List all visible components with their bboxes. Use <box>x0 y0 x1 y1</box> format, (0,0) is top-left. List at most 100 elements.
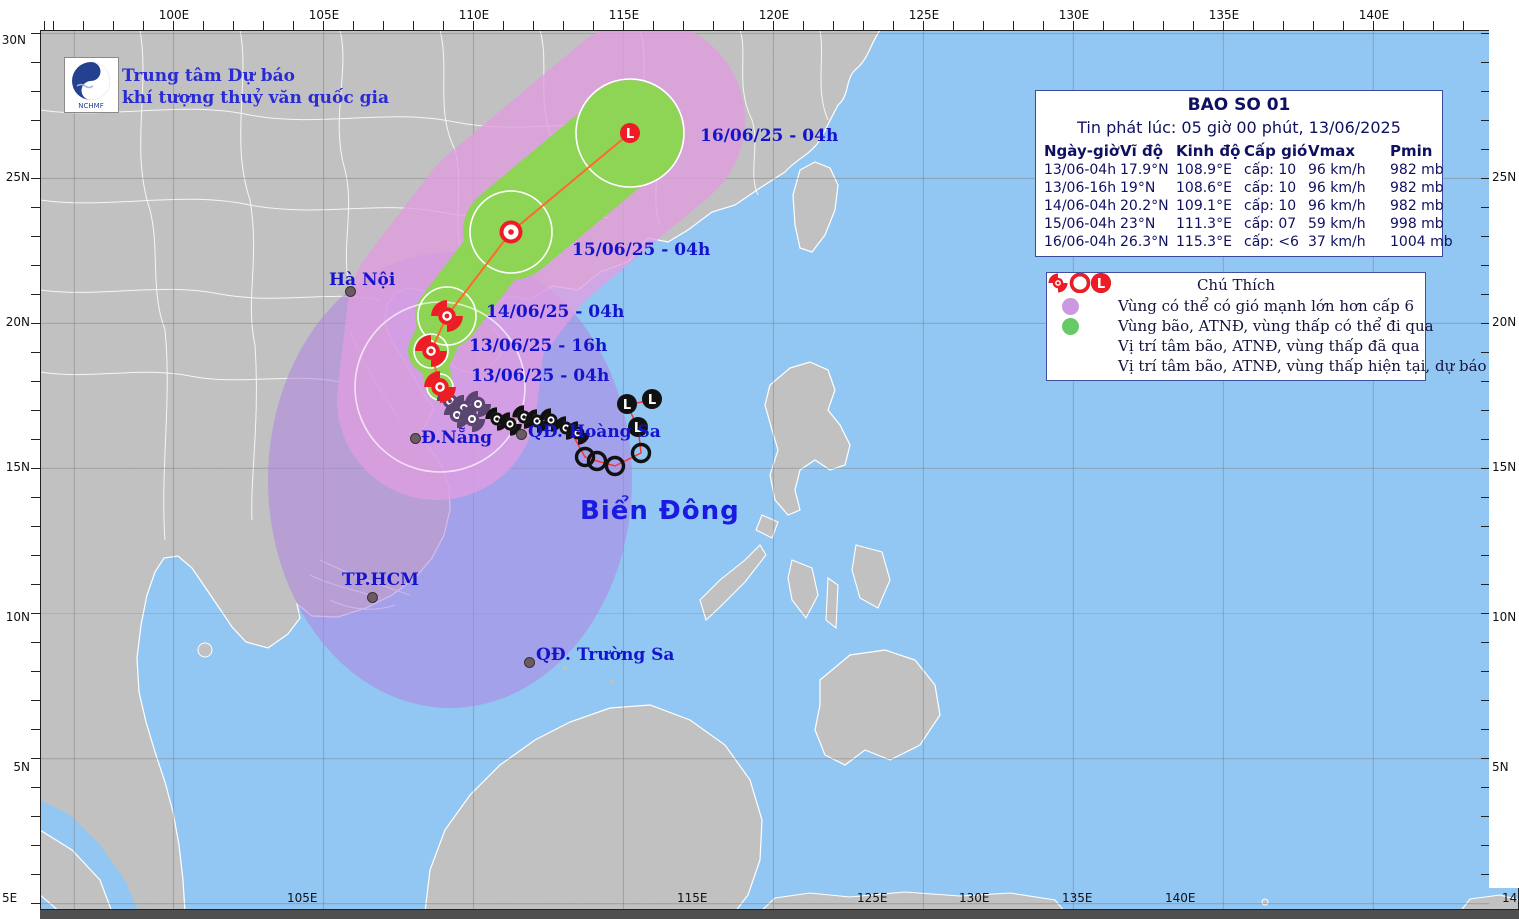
storm-title: BAO SO 01 <box>1036 91 1442 115</box>
bottom-axis-label: 135E <box>1062 891 1093 905</box>
track-date-label: 13/06/25 - 16h <box>469 336 607 356</box>
cell: 109.1°E <box>1176 197 1244 215</box>
legend-label: Vùng bão, ATNĐ, vùng thấp có thể đi qua <box>1118 317 1434 335</box>
storm-table-row: 13/06-16h 19°N 108.6°E cấp: 10 96 km/h 9… <box>1036 179 1442 197</box>
bottom-axis-label: 125E <box>857 891 888 905</box>
col-header: Ngày-giờ <box>1044 141 1120 161</box>
bottom-axis-label: 130E <box>959 891 990 905</box>
bottom-axis-label: 140E <box>1165 891 1196 905</box>
nchmf-logo-icon: NCHMF <box>65 58 118 112</box>
cell: 1004 mb <box>1390 233 1448 251</box>
cell: cấp: 10 <box>1244 179 1308 197</box>
storm-table-row: 15/06-04h 23°N 111.3°E cấp: 07 59 km/h 9… <box>1036 215 1442 233</box>
cell: 982 mb <box>1390 179 1448 197</box>
track-date-label: 14/06/25 - 04h <box>486 302 624 322</box>
top-axis-label: 120E <box>757 8 791 22</box>
col-header: Kinh độ <box>1176 141 1244 161</box>
agency-name-line2: khí tượng thuỷ văn quốc gia <box>122 88 389 108</box>
cell: 982 mb <box>1390 197 1448 215</box>
top-axis-label: 140E <box>1357 8 1391 22</box>
col-header: Vĩ độ <box>1120 141 1176 161</box>
storm-table-header: Ngày-giờ Vĩ độ Kinh độ Cấp gió Vmax Pmin <box>1036 141 1442 161</box>
cell: cấp: 10 <box>1244 161 1308 179</box>
right-axis-label: 25N <box>1492 170 1519 184</box>
city-label-danang: Đ.Nẵng <box>421 428 492 448</box>
island-dot-truongsa <box>524 657 535 668</box>
city-dot-hanoi <box>345 286 356 297</box>
cell: cấp: 07 <box>1244 215 1308 233</box>
cell: 19°N <box>1120 179 1176 197</box>
top-axis-label: 110E <box>457 8 491 22</box>
track-date-label: 16/06/25 - 04h <box>700 126 838 146</box>
city-label-hcm: TP.HCM <box>342 570 419 590</box>
legend-label: Vị trí tâm bão, ATNĐ, vùng thấp hiện tại… <box>1118 357 1487 375</box>
legend-item: Vị trí tâm bão, ATNĐ, vùng thấp đã qua <box>1047 336 1425 356</box>
cell: 96 km/h <box>1308 161 1390 179</box>
storm-table-row: 13/06-04h 17.9°N 108.9°E cấp: 10 96 km/h… <box>1036 161 1442 179</box>
city-label-hanoi: Hà Nội <box>329 270 395 290</box>
storm-table-row: 14/06-04h 20.2°N 109.1°E cấp: 10 96 km/h… <box>1036 197 1442 215</box>
agency-name-line1: Trung tâm Dự báo <box>122 66 295 86</box>
cell: 111.3°E <box>1176 215 1244 233</box>
bottom-edge-bar <box>40 910 1519 919</box>
city-dot-danang <box>410 433 421 444</box>
right-axis-label: 10N <box>1492 610 1519 624</box>
cell: 37 km/h <box>1308 233 1390 251</box>
cell: 998 mb <box>1390 215 1448 233</box>
left-axis-ticks <box>31 30 40 910</box>
corner-lat-label: 30N <box>0 33 26 47</box>
col-header: Pmin <box>1390 141 1448 161</box>
legend-item: Vùng có thể có gió mạnh lớn hơn cấp 6 <box>1047 296 1425 316</box>
right-axis-label: 20N <box>1492 315 1519 329</box>
bottom-axis-label: 14 <box>1502 891 1517 905</box>
left-axis-label: 20N <box>0 315 30 329</box>
top-axis-label: 115E <box>607 8 641 22</box>
cell: 16/06-04h <box>1044 233 1120 251</box>
cell: 96 km/h <box>1308 179 1390 197</box>
cell: 108.6°E <box>1176 179 1244 197</box>
track-date-label: 13/06/25 - 04h <box>471 366 609 386</box>
top-axis-label: 135E <box>1207 8 1241 22</box>
top-axis-label: 130E <box>1057 8 1091 22</box>
cell: 23°N <box>1120 215 1176 233</box>
current-symbols-icon <box>1047 273 1111 293</box>
track-date-label: 15/06/25 - 04h <box>572 240 710 260</box>
cell: 15/06-04h <box>1044 215 1120 233</box>
cell: 96 km/h <box>1308 197 1390 215</box>
left-axis-label: 15N <box>0 460 30 474</box>
legend: Chú Thích Vùng có thể có gió mạnh lớn hơ… <box>1046 272 1426 381</box>
city-dot-hcm <box>367 592 378 603</box>
col-header: Cấp gió <box>1244 141 1308 161</box>
storm-table-row: 16/06-04h 26.3°N 115.3°E cấp: <6 37 km/h… <box>1036 233 1442 251</box>
left-axis-label: 25N <box>0 170 30 184</box>
island-dot-hoangsa <box>516 429 527 440</box>
storm-forecast-map-screen: L <box>0 0 1519 919</box>
bottom-axis-label: 5E <box>2 891 17 905</box>
island-label-hoangsa: QĐ. Hoàng Sa <box>528 422 661 442</box>
green-area-icon <box>1062 318 1079 335</box>
top-axis-label: 100E <box>157 8 191 22</box>
svg-text:NCHMF: NCHMF <box>78 102 103 110</box>
forecast-depression-symbol <box>502 223 521 242</box>
legend-item: Vị trí tâm bão, ATNĐ, vùng thấp hiện tại… <box>1047 356 1425 376</box>
left-axis-label: 10N <box>0 610 30 624</box>
cell: 20.2°N <box>1120 197 1176 215</box>
legend-label: Vị trí tâm bão, ATNĐ, vùng thấp đã qua <box>1118 337 1419 355</box>
purple-area-icon <box>1062 298 1079 315</box>
top-axis-ticks <box>40 21 1489 30</box>
right-axis-label: 5N <box>1492 760 1519 774</box>
cell: 59 km/h <box>1308 215 1390 233</box>
cell: 115.3°E <box>1176 233 1244 251</box>
cell: 13/06-16h <box>1044 179 1120 197</box>
cell: 17.9°N <box>1120 161 1176 179</box>
col-header: Vmax <box>1308 141 1390 161</box>
cell: 14/06-04h <box>1044 197 1120 215</box>
right-axis-ticks <box>1481 30 1489 888</box>
left-axis-label: 5N <box>0 760 30 774</box>
cell: 26.3°N <box>1120 233 1176 251</box>
top-axis-label: 125E <box>907 8 941 22</box>
bottom-axis-label: 115E <box>677 891 708 905</box>
nchmf-logo: NCHMF <box>64 57 119 113</box>
cell: cấp: <6 <box>1244 233 1308 251</box>
cell: 982 mb <box>1390 161 1448 179</box>
